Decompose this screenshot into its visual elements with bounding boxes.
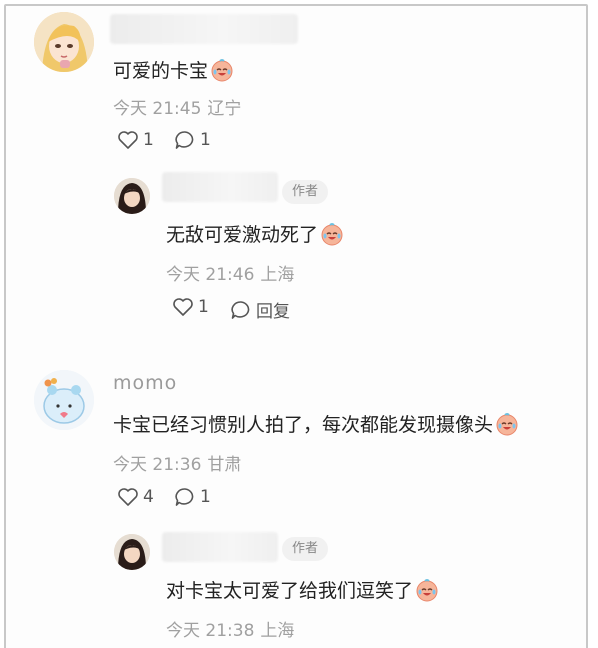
comment-location: 辽宁: [207, 99, 242, 119]
reply-text: 对卡宝太可爱了给我们逗笑了: [166, 576, 439, 603]
like-count: 1: [143, 130, 154, 150]
reply-time: 今天 21:38: [166, 621, 255, 641]
comment-meta: 今天 21:36 甘肃: [113, 450, 241, 475]
like-button[interactable]: 1: [172, 297, 209, 317]
comment-location: 甘肃: [207, 455, 242, 475]
reply-meta: 今天 21:46 上海: [166, 260, 294, 285]
comment-bubble-icon: [231, 300, 250, 319]
avatar[interactable]: [34, 370, 94, 430]
reply-count-button[interactable]: 1: [174, 487, 211, 507]
heart-outline-icon: [118, 488, 138, 506]
reply-meta: 今天 21:38 上海: [166, 616, 294, 641]
reply-location: 上海: [260, 265, 295, 285]
like-button[interactable]: 1: [117, 130, 154, 150]
reply-button[interactable]: 回复: [230, 297, 290, 322]
reply-time: 今天 21:46: [166, 265, 255, 285]
reply-count: 1: [200, 130, 211, 150]
comment-time: 今天 21:45: [113, 99, 202, 119]
reply-location: 上海: [260, 621, 295, 641]
avatar-author[interactable]: [114, 534, 150, 570]
laughing-cry-emoji: [495, 412, 519, 436]
laughing-cry-emoji: [415, 578, 439, 602]
username-blurred[interactable]: [162, 172, 278, 202]
heart-outline-icon: [118, 131, 138, 149]
comment-text: 可爱的卡宝: [113, 56, 234, 83]
heart-outline-icon: [173, 298, 193, 316]
username-blurred[interactable]: [162, 532, 278, 562]
like-button[interactable]: 4: [117, 487, 154, 507]
comment-bubble-icon: [175, 488, 194, 506]
comment-time: 今天 21:36: [113, 455, 202, 475]
comment-text: 卡宝已经习惯别人拍了，每次都能发现摄像头: [113, 410, 519, 437]
author-tag: 作者: [282, 537, 329, 561]
comment-bubble-icon: [175, 131, 194, 149]
reply-text: 无敌可爱激动死了: [166, 220, 344, 247]
reply-count: 1: [200, 487, 211, 507]
avatar[interactable]: [34, 12, 94, 72]
avatar-author[interactable]: [114, 178, 150, 214]
username[interactable]: momo: [113, 372, 177, 394]
username-blurred[interactable]: [110, 14, 298, 44]
reply-count-button[interactable]: 1: [174, 130, 211, 150]
reply-label: 回复: [256, 302, 290, 322]
like-count: 1: [198, 297, 209, 317]
author-tag: 作者: [282, 180, 329, 204]
like-count: 4: [143, 487, 154, 507]
laughing-cry-emoji: [210, 58, 234, 82]
laughing-cry-emoji: [320, 222, 344, 246]
comment-meta: 今天 21:45 辽宁: [113, 94, 241, 119]
